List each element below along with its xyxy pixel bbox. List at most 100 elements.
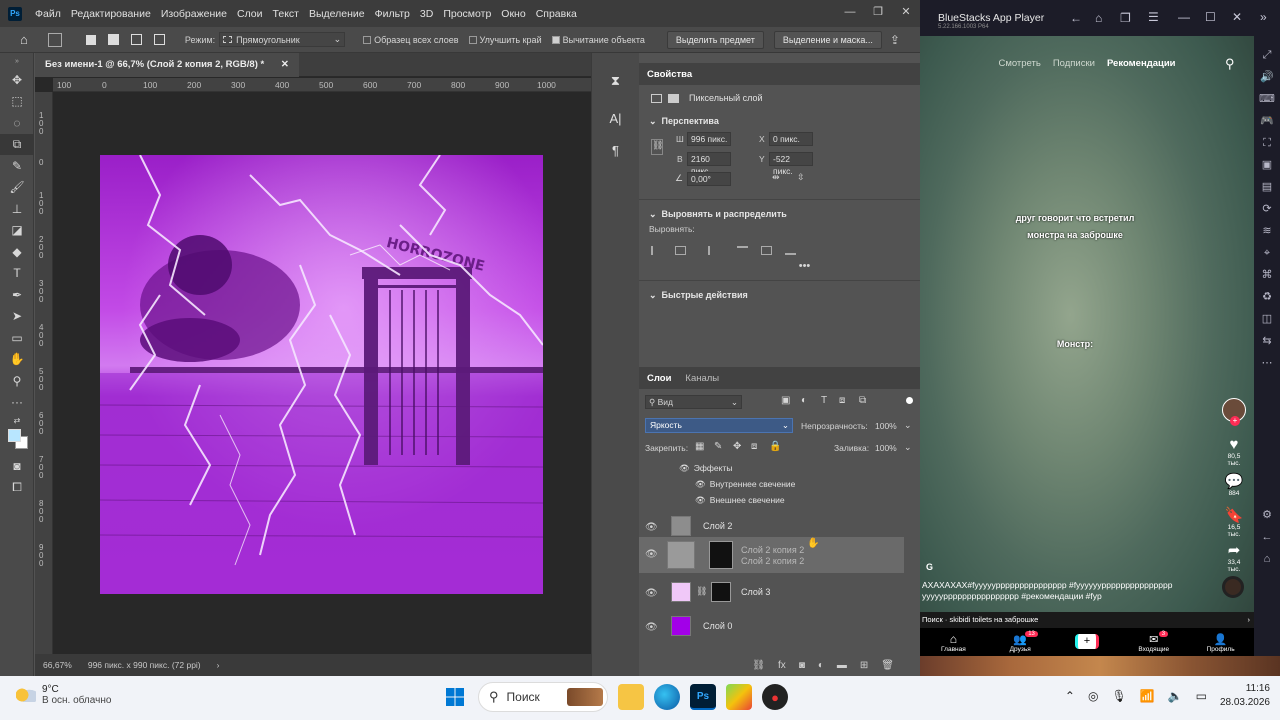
character-panel-icon[interactable]: A|	[602, 111, 630, 133]
more-options-icon[interactable]: •••	[639, 260, 920, 276]
file-explorer-icon[interactable]	[618, 684, 644, 710]
layer-row-sloy-3[interactable]: 👁 ⛓ Слой 3	[639, 579, 904, 609]
macro-icon[interactable]: ⌘	[1254, 264, 1280, 286]
effect-inner-glow[interactable]: 👁 Внутреннее свечение	[695, 479, 795, 495]
ruler-horizontal[interactable]: 100 0 100 200 300 400 500 600 700 800 90…	[53, 78, 591, 92]
align-left-icon[interactable]	[651, 245, 662, 255]
link-layers-icon[interactable]: ⛓	[752, 660, 765, 671]
status-arrow-icon[interactable]: ›	[217, 660, 220, 670]
filter-toggle-icon[interactable]	[906, 397, 913, 404]
comment-button[interactable]: 💬 884	[1222, 472, 1246, 497]
multi-instance-icon[interactable]: ❐	[1120, 11, 1131, 25]
add-mask-icon[interactable]: ◙	[799, 660, 805, 671]
menu-image[interactable]: Изображение	[156, 8, 232, 20]
app-taskbar-icon[interactable]: ●	[762, 684, 788, 710]
minimize-icon[interactable]: —	[1178, 10, 1190, 24]
menu-window[interactable]: Окно	[496, 8, 530, 20]
fullscreen-icon[interactable]: ⤢	[1254, 44, 1280, 66]
app-tray-icon[interactable]: ◎	[1088, 689, 1098, 703]
eraser-tool-icon[interactable]: ◪	[0, 220, 34, 242]
share-icon[interactable]: ⇪	[890, 33, 900, 47]
filter-shape-icon[interactable]: ⧈	[839, 395, 845, 406]
menu-3d[interactable]: 3D	[415, 8, 438, 20]
menu-help[interactable]: Справка	[531, 8, 582, 20]
visibility-eye-icon[interactable]: 👁	[645, 622, 658, 633]
eye-icon[interactable]: 👁	[679, 463, 690, 473]
blend-mode-select[interactable]: Яркость ⌄	[645, 418, 793, 433]
back-arrow-icon[interactable]: ←	[1254, 526, 1280, 548]
screenshot-icon[interactable]: ⛶	[1254, 132, 1280, 154]
expand-icon[interactable]: »	[1260, 10, 1267, 24]
select-and-mask-button[interactable]: Выделение и маска...	[773, 30, 882, 49]
foreground-color-swatch[interactable]	[8, 429, 21, 442]
effect-outer-glow[interactable]: 👁 Внешнее свечение	[695, 495, 785, 511]
more-tools-icon[interactable]: ···	[0, 392, 34, 414]
document-canvas-artwork[interactable]: HORROZONE	[100, 155, 543, 594]
menu-edit[interactable]: Редактирование	[66, 8, 156, 20]
lock-pixels-icon[interactable]: ✎	[714, 441, 722, 452]
effects-row[interactable]: 👁 Эффекты	[679, 463, 732, 479]
fill-field[interactable]: 100%	[875, 443, 897, 453]
select-subject-button[interactable]: Выделить предмет	[666, 30, 764, 49]
lasso-tool-icon[interactable]: ◌	[0, 112, 34, 134]
share-button[interactable]: ➦ 33,4 тыс.	[1222, 541, 1246, 573]
quick-actions-title[interactable]: ⌄ Быстрые действия	[639, 285, 920, 305]
location-icon[interactable]: ⌖	[1254, 242, 1280, 264]
lock-artboard-icon[interactable]: ⧈	[751, 441, 757, 452]
menu-layers[interactable]: Слои	[232, 8, 268, 20]
eyedropper-tool-icon[interactable]: ✎	[0, 155, 34, 177]
maximize-icon[interactable]: ❐	[864, 0, 892, 27]
collapse-tools-icon[interactable]: »	[0, 53, 34, 69]
adjustment-layer-icon[interactable]: ◐	[818, 660, 824, 671]
angle-field[interactable]: 0,00°	[687, 172, 731, 186]
nav-friends[interactable]: 👥 Друзья 13	[995, 631, 1045, 653]
menu-select[interactable]: Выделение	[304, 8, 370, 20]
align-hcenter-icon[interactable]	[675, 245, 686, 255]
tool-preset-icon[interactable]	[47, 32, 62, 47]
maximize-icon[interactable]: ☐	[1205, 10, 1216, 24]
edge-browser-icon[interactable]	[654, 684, 680, 710]
layers-icon[interactable]: ◫	[1254, 308, 1280, 330]
home-circle-icon[interactable]: ⌂	[1254, 548, 1280, 570]
nav-profile[interactable]: 👤 Профиль	[1196, 633, 1246, 653]
sample-all-checkbox[interactable]: Образец всех слоев	[363, 35, 459, 45]
fill-chevron-icon[interactable]: ⌄	[904, 442, 912, 453]
author-initial[interactable]: G	[926, 562, 933, 572]
windows-start-icon[interactable]	[442, 684, 468, 710]
width-field[interactable]: 996 пикс.	[687, 132, 731, 146]
object-subtract-checkbox[interactable]: Вычитание объекта	[551, 35, 645, 45]
height-field[interactable]: 2160 пикс.	[687, 152, 731, 176]
ruler-vertical[interactable]: 1 0 0 0 1 0 0 2 0 0 3 0 0 4 0 0 5 0 0 6 …	[35, 92, 53, 654]
align-right-icon[interactable]	[699, 245, 710, 255]
brush-tool-icon[interactable]: 🖌	[0, 177, 34, 199]
zoom-level[interactable]: 66,67%	[43, 660, 72, 670]
add-selection-icon[interactable]	[107, 34, 119, 45]
search-icon[interactable]: ⚲	[1225, 56, 1235, 72]
like-button[interactable]: ♥ 80,5 тыс.	[1222, 436, 1246, 467]
follow-plus-icon[interactable]: +	[1230, 416, 1240, 426]
home-icon[interactable]: ⌂	[20, 32, 28, 47]
marquee-tool-icon[interactable]: ⬚	[0, 91, 34, 113]
tab-subscriptions[interactable]: Подписки	[1053, 58, 1095, 69]
tab-recommendations[interactable]: Рекомендации	[1107, 58, 1176, 69]
align-section-title[interactable]: ⌄ Выровнять и распределить	[639, 204, 920, 224]
align-bottom-icon[interactable]	[785, 246, 796, 255]
eye-icon[interactable]: 👁	[695, 495, 706, 505]
enhance-edge-checkbox[interactable]: Улучшить край	[468, 35, 542, 45]
folder-icon[interactable]: ▤	[1254, 176, 1280, 198]
move-tool-icon[interactable]: ✥	[0, 69, 34, 91]
x-field[interactable]: 0 пикс.	[769, 132, 813, 146]
align-vcenter-icon[interactable]	[761, 245, 772, 255]
zoom-tool-icon[interactable]: ⚲	[0, 370, 34, 392]
taskbar-search[interactable]: ⚲ Поиск	[478, 682, 608, 712]
pen-tool-icon[interactable]: ✒	[0, 284, 34, 306]
stamp-tool-icon[interactable]: ⊥	[0, 198, 34, 220]
weather-widget[interactable]: 9°C В осн. облачно	[16, 684, 111, 706]
tab-watch[interactable]: Смотреть	[998, 58, 1040, 69]
chevron-up-icon[interactable]: ⌃	[1065, 689, 1075, 703]
layer-style-icon[interactable]: fx	[778, 660, 786, 671]
document-tab[interactable]: Без имени-1 @ 66,7% (Слой 2 копия 2, RGB…	[35, 53, 299, 77]
channels-tab[interactable]: Каналы	[685, 373, 719, 384]
paragraph-panel-icon[interactable]: ¶	[602, 143, 630, 165]
opacity-chevron-icon[interactable]: ⌄	[904, 420, 912, 431]
